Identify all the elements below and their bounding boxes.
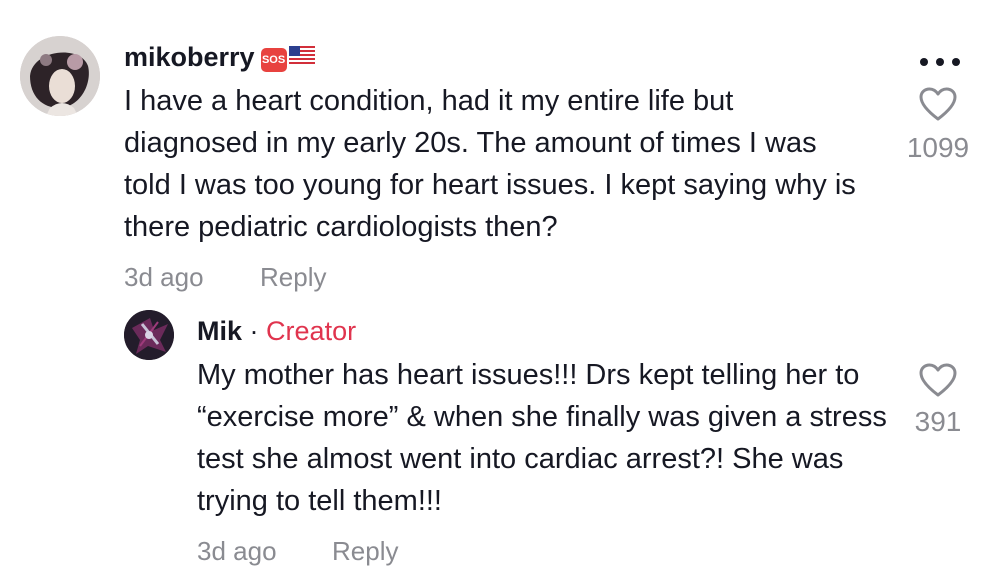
like-count: 1099 (906, 132, 970, 163)
us-flag-icon (288, 46, 315, 64)
avatar-image (124, 310, 174, 360)
reply-timestamp: 3d ago (197, 536, 277, 566)
reply-button[interactable]: Reply (260, 262, 326, 293)
reply-text: My mother has heart issues!!! Drs kept t… (197, 359, 887, 517)
more-dots-icon[interactable] (916, 56, 964, 68)
avatar-image (20, 36, 100, 116)
separator-dot: · (249, 316, 259, 346)
avatar[interactable] (124, 310, 174, 360)
reply-username-row: Mik · Creator (197, 316, 356, 347)
like-count: 391 (914, 406, 962, 437)
heart-outline-icon[interactable] (918, 86, 958, 122)
reply-button[interactable]: Reply (332, 536, 398, 567)
sos-emoji-icon: SOS (260, 48, 287, 72)
username-text[interactable]: mikoberry (124, 42, 255, 72)
comment-timestamp: 3d ago (124, 262, 204, 292)
comment-text: I have a heart condition, had it my enti… (124, 85, 856, 243)
heart-outline-icon[interactable] (918, 362, 958, 398)
reply-username[interactable]: Mik (197, 316, 242, 346)
comment-username[interactable]: mikoberry SOS (124, 42, 315, 73)
avatar[interactable] (20, 36, 100, 116)
creator-badge: Creator (266, 316, 357, 346)
